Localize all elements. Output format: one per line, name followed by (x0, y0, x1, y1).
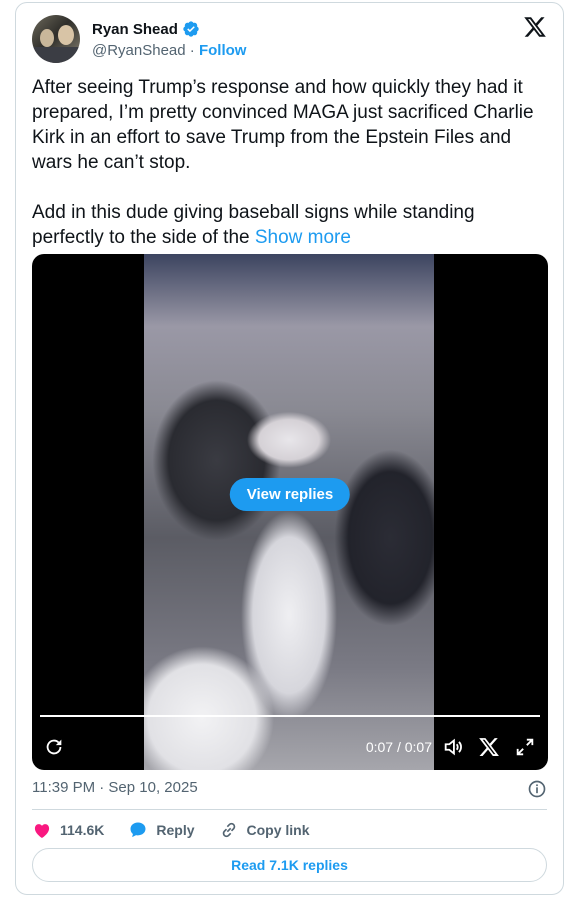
show-more-link[interactable]: Show more (255, 227, 351, 248)
avatar-face-right (58, 25, 74, 45)
tweet-timestamp[interactable]: 11:39 PM · Sep 10, 2025 (32, 779, 198, 796)
like-button[interactable]: 114.6K (32, 820, 104, 840)
x-logo-icon[interactable] (523, 15, 547, 39)
read-replies-button[interactable]: Read 7.1K replies (32, 848, 547, 882)
video-timecode: 0:07 / 0:07 (365, 739, 432, 755)
tweet-header: Ryan Shead @RyanShead · Follow (32, 15, 547, 63)
author-handle[interactable]: @RyanShead (92, 42, 186, 59)
replay-icon[interactable] (43, 736, 65, 758)
follow-button[interactable]: Follow (199, 42, 247, 59)
heart-icon (34, 824, 50, 838)
verified-badge-icon (183, 21, 199, 37)
video-frame (144, 254, 434, 770)
author-name-row: Ryan Shead (92, 20, 200, 38)
video-progress-bar[interactable] (40, 715, 540, 717)
copy-link-button[interactable]: Copy link (219, 820, 310, 840)
x-small-icon[interactable] (478, 736, 500, 758)
reply-button[interactable]: Reply (128, 820, 195, 840)
fullscreen-icon[interactable] (514, 736, 536, 758)
avatar-body (32, 47, 80, 63)
tweet-text: After seeing Trump’s response and how qu… (32, 75, 548, 250)
handle-separator: · (189, 42, 195, 59)
view-replies-button[interactable]: View replies (229, 478, 351, 511)
avatar-face-left (40, 29, 54, 47)
tweet-card: Ryan Shead @RyanShead · Follow After see… (15, 2, 564, 895)
link-icon (222, 822, 235, 838)
avatar[interactable] (32, 15, 80, 63)
tweet-body: After seeing Trump’s response and how qu… (32, 77, 534, 248)
copy-link-label: Copy link (246, 822, 310, 838)
tweet-actions: 114.6K Reply Copy link (32, 819, 547, 841)
tweet-meta: 11:39 PM · Sep 10, 2025 (32, 779, 547, 799)
divider (32, 809, 547, 810)
author-handle-row: @RyanShead · Follow (92, 42, 246, 59)
info-icon[interactable] (527, 779, 547, 799)
video-controls: 0:07 / 0:07 (32, 732, 548, 762)
like-count: 114.6K (60, 822, 105, 838)
video-player[interactable]: View replies 0:07 / 0:07 (32, 254, 548, 770)
reply-label: Reply (156, 822, 195, 838)
video-progress-fill (40, 715, 540, 717)
author-name[interactable]: Ryan Shead (92, 21, 178, 38)
volume-icon[interactable] (442, 736, 464, 758)
reply-bubble-icon (130, 822, 146, 838)
